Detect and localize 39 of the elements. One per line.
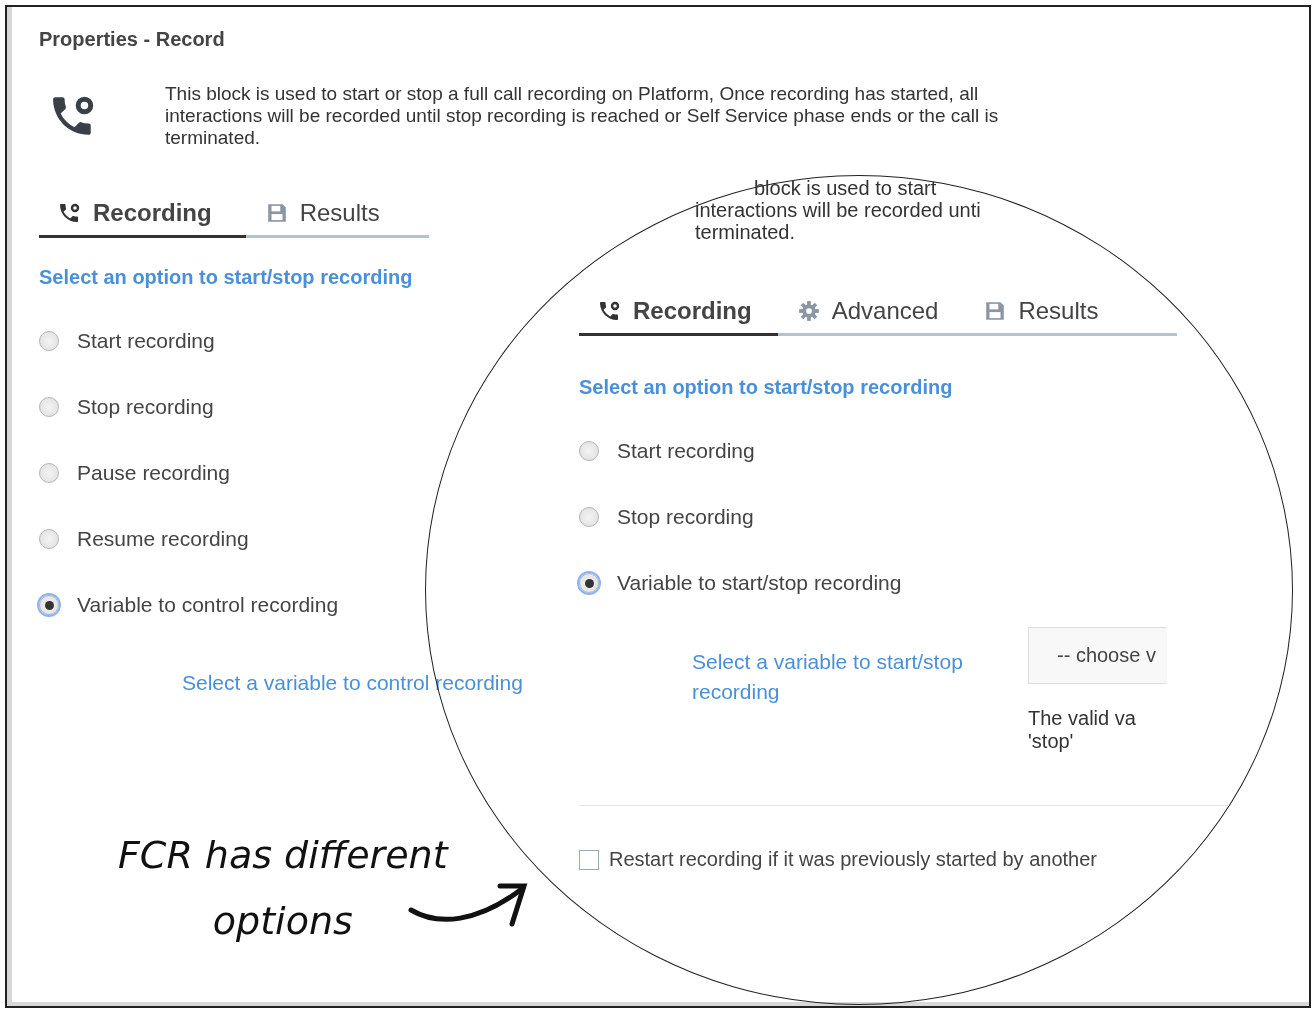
- radio-button[interactable]: [39, 463, 59, 483]
- option-label: Variable to start/stop recording: [617, 571, 902, 595]
- panel-title: Properties - Record: [39, 28, 225, 51]
- radio-button[interactable]: [39, 529, 59, 549]
- save-icon: [265, 202, 288, 224]
- tab[interactable]: Recording: [579, 293, 778, 336]
- checkbox-label: Restart recording if it was previously started by another: [609, 848, 1097, 871]
- option-label: Pause recording: [77, 461, 230, 485]
- section-heading: Select an option to start/stop recording: [39, 266, 413, 289]
- checkbox[interactable]: [579, 849, 599, 870]
- annotation-text: options: [212, 898, 353, 945]
- radio-button[interactable]: [39, 331, 59, 351]
- phone-icon: [59, 202, 81, 224]
- option-label: Start recording: [77, 329, 215, 353]
- tab[interactable]: Advanced: [777, 293, 965, 336]
- gear-icon: [797, 300, 820, 322]
- option-label: Start recording: [617, 439, 755, 463]
- description-line: interactions will be recorded unti: [695, 199, 981, 221]
- description-line: block is used to start: [754, 177, 937, 199]
- section-heading: Select an option to start/stop recording: [579, 376, 953, 399]
- tab[interactable]: Recording: [39, 195, 246, 238]
- variable-dropdown[interactable]: -- choose v: [1028, 627, 1167, 684]
- description-line: terminated.: [695, 221, 796, 243]
- tab[interactable]: Results: [964, 293, 1125, 336]
- option-label: Stop recording: [617, 505, 754, 529]
- radio-button[interactable]: [39, 595, 59, 615]
- radio-button[interactable]: [579, 573, 599, 593]
- tab[interactable]: Results: [245, 195, 400, 238]
- option-label: Stop recording: [77, 395, 214, 419]
- radio-button[interactable]: [579, 441, 599, 461]
- radio-button[interactable]: [579, 507, 599, 527]
- save-icon: [984, 300, 1007, 322]
- hint-text: The valid va 'stop': [1028, 707, 1137, 753]
- annotation-text: FCR has different: [118, 832, 448, 879]
- description-text: This block is used to start or stop a full call recording on Platform, Once recording has started, all interactions will be recorded until stop recording is reached or Self Service phase ends or the call is terminated.: [165, 83, 1000, 149]
- radio-button[interactable]: [39, 397, 59, 417]
- option-label: Resume recording: [77, 527, 249, 551]
- option-label: Variable to control recording: [77, 593, 339, 617]
- phone-icon: [599, 300, 621, 322]
